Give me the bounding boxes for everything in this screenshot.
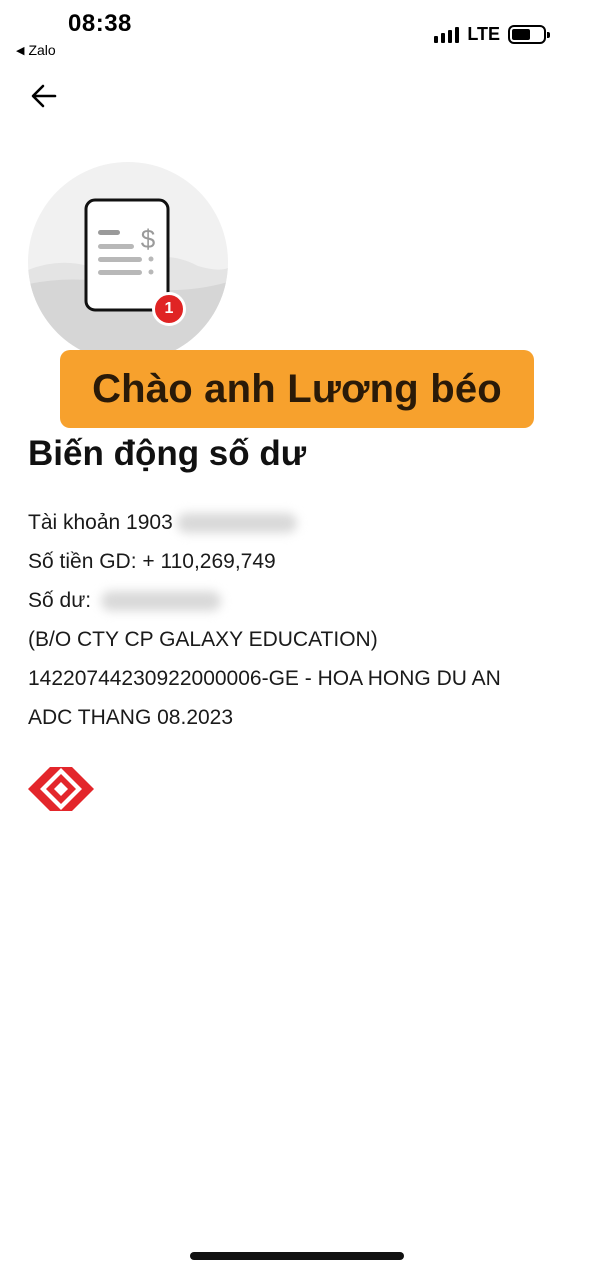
transaction-details: Tài khoản 1903 Số tiền GD: + 110,269,749… — [28, 503, 568, 737]
account-label: Tài khoản 1903 — [28, 511, 173, 534]
redacted-balance — [101, 590, 222, 611]
greeting-text: Chào anh Lương béo — [92, 366, 502, 411]
balance-label: Số dư: — [28, 589, 92, 612]
signal-icon — [434, 26, 460, 43]
arrow-left-icon — [31, 84, 57, 108]
home-indicator[interactable] — [190, 1252, 404, 1260]
balance-line: Số dư: — [28, 581, 568, 620]
svg-text:$: $ — [141, 224, 156, 254]
amount-label: Số tiền GD: + 110,269,749 — [28, 550, 276, 573]
status-time: 08:38 — [68, 10, 132, 37]
back-app-label: Zalo — [28, 42, 56, 58]
battery-icon — [508, 25, 550, 44]
badge-count: 1 — [164, 300, 174, 317]
back-button[interactable] — [28, 80, 60, 112]
techcombank-logo-icon — [28, 767, 94, 811]
month-line: ADC THANG 08.2023 — [28, 706, 234, 729]
reference-line: 14220744230922000006-GE - HOA HONG DU AN — [28, 667, 501, 690]
page-title: Biến động số dư — [28, 434, 307, 473]
notification-illustration: $ 1 — [28, 162, 228, 362]
back-to-app-link[interactable]: ◀ Zalo — [16, 42, 56, 58]
greeting-banner: Chào anh Lương béo — [60, 350, 534, 428]
account-line: Tài khoản 1903 — [28, 503, 568, 542]
back-triangle-icon: ◀ — [16, 44, 25, 57]
receipt-dollar-icon: $ — [84, 198, 170, 312]
notification-badge: 1 — [152, 292, 186, 326]
bank-logo — [28, 766, 94, 812]
redacted-account-number — [176, 512, 297, 533]
network-label: LTE — [467, 24, 500, 44]
company-line: (B/O CTY CP GALAXY EDUCATION) — [28, 628, 378, 651]
amount-line: Số tiền GD: + 110,269,749 — [28, 542, 568, 581]
screen: 08:38 ◀ Zalo LTE $ 1 Chào anh Lương béo … — [0, 0, 592, 1280]
status-indicators: LTE — [434, 24, 550, 45]
